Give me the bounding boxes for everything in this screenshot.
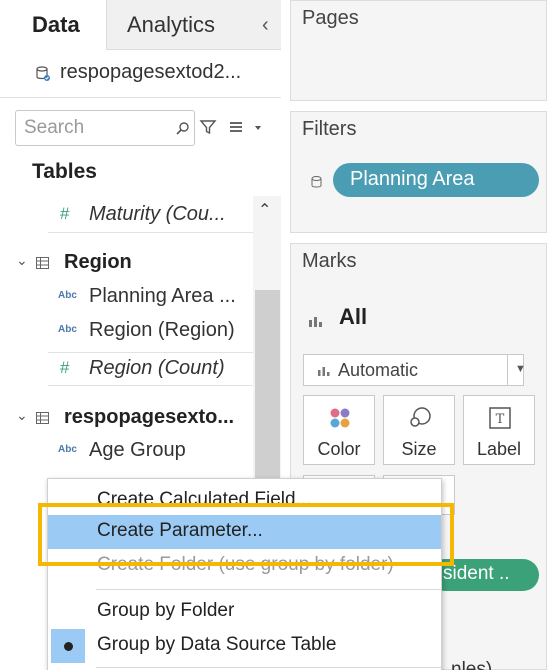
mark-type-label: Automatic xyxy=(338,360,419,380)
context-menu: Create Calculated Field... Create Parame… xyxy=(47,478,442,670)
pane-tabbar: Data Analytics ‹ xyxy=(0,0,281,50)
table-name: Region xyxy=(64,251,132,273)
chevron-down-icon[interactable]: ▼ xyxy=(515,363,526,375)
table-name: respopagesexto... xyxy=(64,406,235,428)
menu-item-create-folder: Create Folder (use group by folder) xyxy=(97,554,394,575)
field-region-region[interactable]: Abc Region (Region) xyxy=(0,315,253,349)
filters-title: Filters xyxy=(302,118,357,140)
filters-shelf[interactable]: Filters Planning Area xyxy=(290,111,547,233)
field-age-group[interactable]: Abc Age Group xyxy=(0,435,253,469)
table-group-respopagesexto[interactable]: ⌄ respopagesexto... xyxy=(0,401,253,435)
field-label: Region (Count) xyxy=(89,357,225,379)
menu-separator xyxy=(96,667,441,668)
string-type-icon: Abc xyxy=(58,290,77,301)
filter-pill-planning-area[interactable]: Planning Area xyxy=(333,163,539,197)
color-button[interactable]: Color xyxy=(303,395,375,465)
menu-item-label: Group by Data Source Table xyxy=(97,634,337,655)
menu-item-group-by-data-source-table[interactable]: Group by Data Source Table xyxy=(48,629,441,663)
menu-item-create-calculated-field[interactable]: Create Calculated Field... xyxy=(48,484,441,512)
label-label: Label xyxy=(476,439,522,459)
shelf-field-text: nles) xyxy=(451,659,493,670)
menu-separator xyxy=(96,589,441,590)
size-icon xyxy=(410,407,431,427)
pages-title: Pages xyxy=(302,7,359,29)
measure-icon: # xyxy=(60,358,70,377)
datasource-row[interactable]: respopagesextod2... xyxy=(0,50,281,98)
label-button[interactable]: T Label xyxy=(463,395,535,465)
field-region-count[interactable]: # Region (Count) xyxy=(48,352,253,386)
search-input[interactable] xyxy=(24,117,164,139)
size-button[interactable]: Size xyxy=(383,395,455,465)
field-planning-area[interactable]: Abc Planning Area ... xyxy=(0,281,253,315)
chevron-down-icon[interactable]: ⌄ xyxy=(16,252,28,269)
automatic-marks-icon xyxy=(318,367,330,376)
collapse-pane-icon[interactable]: ‹ xyxy=(262,14,269,37)
label-icon: T xyxy=(489,407,511,429)
dropdown-divider xyxy=(507,355,508,385)
datasource-icon xyxy=(311,176,322,188)
field-pill-resident[interactable]: sident .. xyxy=(429,559,539,591)
table-icon xyxy=(36,257,49,269)
field-label: Maturity (Cou... xyxy=(89,203,226,225)
tableau-workspace: Data Analytics ‹ respopagesextod2... Sea… xyxy=(0,0,547,670)
scrollbar-thumb[interactable] xyxy=(255,290,280,490)
view-options-icon[interactable] xyxy=(226,118,266,136)
tab-data[interactable]: Data xyxy=(0,0,107,50)
field-label: Region (Region) xyxy=(89,319,235,341)
table-icon xyxy=(36,412,49,424)
menu-item-label: Create Calculated Field... xyxy=(97,489,312,510)
menu-item-group-by-folder[interactable]: Group by Folder xyxy=(48,595,441,629)
chevron-down-icon[interactable]: ⌄ xyxy=(16,407,28,424)
tables-heading: Tables xyxy=(32,160,97,183)
search-field[interactable] xyxy=(15,110,195,146)
selected-bullet-icon xyxy=(51,629,85,663)
table-group-region[interactable]: ⌄ Region xyxy=(0,246,253,280)
scroll-up-icon[interactable]: ⌃ xyxy=(258,200,271,220)
tab-analytics[interactable]: Analytics xyxy=(107,0,281,50)
filter-icon[interactable] xyxy=(199,118,217,136)
menu-item-create-parameter[interactable]: Create Parameter... xyxy=(48,515,441,549)
search-icon[interactable] xyxy=(174,121,190,137)
field-label: Planning Area ... xyxy=(89,285,236,307)
string-type-icon: Abc xyxy=(58,444,77,455)
svg-text:T: T xyxy=(496,412,505,427)
size-label: Size xyxy=(401,439,437,459)
field-label: Age Group xyxy=(89,439,186,461)
color-dots-icon xyxy=(330,408,350,428)
mark-type-dropdown[interactable]: Automatic ▼ xyxy=(303,354,526,386)
datasource-icon xyxy=(36,66,50,81)
pages-shelf[interactable]: Pages xyxy=(290,0,547,101)
marks-title: Marks xyxy=(302,250,357,272)
string-type-icon: Abc xyxy=(58,324,77,335)
color-label: Color xyxy=(317,439,361,459)
measure-icon: # xyxy=(60,204,70,223)
field-maturity-count[interactable]: # Maturity (Cou... xyxy=(48,199,253,233)
automatic-marks-icon xyxy=(309,317,322,327)
datasource-name: respopagesextod2... xyxy=(60,61,242,83)
marks-all-label[interactable]: All xyxy=(339,304,367,330)
